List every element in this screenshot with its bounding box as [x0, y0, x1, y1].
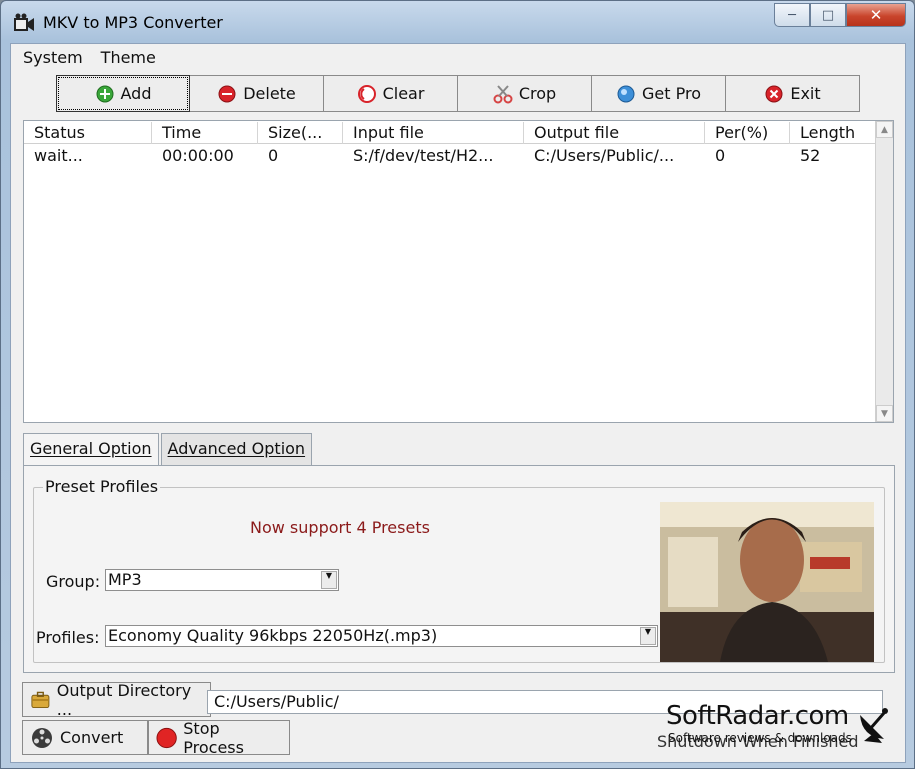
- group-select-value: MP3: [108, 570, 142, 589]
- vertical-scrollbar[interactable]: ▲ ▼: [875, 121, 893, 422]
- chevron-down-icon: ▼: [321, 571, 337, 589]
- client-area: System Theme Add Delete Clear Crop Get P…: [10, 43, 906, 763]
- general-option-panel: Preset Profiles Now support 4 Presets Gr…: [23, 465, 895, 673]
- row-size: 0: [268, 146, 279, 165]
- scroll-down-icon[interactable]: ▼: [876, 405, 893, 422]
- maximize-button[interactable]: □: [810, 3, 846, 27]
- profiles-select[interactable]: Economy Quality 96kbps 22050Hz(.mp3) ▼: [105, 625, 658, 647]
- film-camera-icon: [14, 13, 34, 31]
- briefcase-icon: [31, 691, 50, 708]
- column-size[interactable]: Size(...: [258, 122, 343, 144]
- column-percent[interactable]: Per(%): [705, 122, 790, 144]
- menu-system[interactable]: System: [14, 46, 92, 68]
- crop-button-label: Crop: [518, 84, 557, 103]
- video-preview: [660, 502, 874, 662]
- close-icon: ✕: [869, 6, 883, 24]
- window-title: MKV to MP3 Converter: [43, 13, 223, 32]
- scissors-icon: [493, 84, 513, 103]
- scroll-up-icon[interactable]: ▲: [876, 121, 893, 138]
- add-button[interactable]: Add: [56, 75, 190, 112]
- row-output-file: C:/Users/Public/...: [534, 146, 675, 165]
- column-input-file[interactable]: Input file: [343, 122, 524, 144]
- exit-button[interactable]: Exit: [726, 75, 860, 112]
- add-button-label: Add: [120, 84, 152, 103]
- tab-general-option[interactable]: General Option: [23, 433, 159, 467]
- title-bar[interactable]: MKV to MP3 Converter ─ □ ✕: [1, 1, 914, 43]
- preset-support-text: Now support 4 Presets: [250, 518, 430, 537]
- film-reel-icon: [32, 727, 52, 748]
- column-status[interactable]: Status: [24, 122, 152, 144]
- clear-icon: [357, 84, 376, 103]
- exit-icon: [765, 85, 783, 102]
- crop-button[interactable]: Crop: [458, 75, 592, 112]
- maximize-icon: □: [821, 7, 835, 23]
- clear-button[interactable]: Clear: [324, 75, 458, 112]
- get-pro-button[interactable]: Get Pro: [592, 75, 726, 112]
- option-tabs: General Option Advanced Option: [23, 433, 314, 467]
- toolbar: Add Delete Clear Crop Get Pro Exit: [56, 75, 860, 112]
- softradar-watermark: SoftRadar.com Software reviews & downloa…: [658, 701, 898, 751]
- get-pro-button-label: Get Pro: [642, 84, 701, 103]
- stop-process-label: Stop Process: [183, 718, 244, 757]
- file-list[interactable]: Status Time Size(... Input file Output f…: [23, 120, 894, 423]
- row-length: 52: [800, 146, 821, 165]
- chevron-down-icon: ▼: [640, 627, 656, 645]
- output-directory-button[interactable]: Output Directory ...: [22, 680, 211, 719]
- output-directory-label: Output Directory ...: [56, 680, 192, 719]
- convert-button[interactable]: Convert: [22, 720, 148, 755]
- delete-button-label: Delete: [243, 84, 296, 103]
- preset-profiles-group: Preset Profiles Now support 4 Presets Gr…: [33, 477, 885, 663]
- row-percent: 0: [715, 146, 726, 165]
- table-row[interactable]: wait... 00:00:00 0 S:/f/dev/test/H2... C…: [24, 145, 876, 167]
- menu-theme[interactable]: Theme: [92, 46, 165, 68]
- profiles-label: Profiles:: [36, 628, 100, 647]
- stop-icon: [156, 727, 177, 748]
- delete-button[interactable]: Delete: [190, 75, 324, 112]
- tab-advanced-option[interactable]: Advanced Option: [160, 433, 313, 466]
- row-time: 00:00:00: [162, 146, 234, 165]
- column-length[interactable]: Length: [790, 122, 876, 144]
- file-list-header: Status Time Size(... Input file Output f…: [24, 122, 876, 144]
- get-pro-icon: [617, 85, 635, 102]
- add-icon: [96, 85, 113, 102]
- clear-button-label: Clear: [382, 84, 425, 103]
- preview-image: [660, 502, 874, 662]
- preset-profiles-title: Preset Profiles: [43, 477, 161, 496]
- row-input-file: S:/f/dev/test/H2...: [353, 146, 494, 165]
- close-button[interactable]: ✕: [846, 3, 906, 27]
- column-time[interactable]: Time: [152, 122, 258, 144]
- satellite-dish-icon: [860, 708, 888, 743]
- window-controls: ─ □ ✕: [774, 3, 906, 29]
- app-window: MKV to MP3 Converter ─ □ ✕ System Theme …: [0, 0, 915, 769]
- exit-button-label: Exit: [790, 84, 821, 103]
- convert-label: Convert: [60, 728, 124, 747]
- watermark-subtitle: Software reviews & downloads: [668, 731, 852, 745]
- stop-process-button[interactable]: Stop Process: [148, 718, 290, 757]
- group-select[interactable]: MP3 ▼: [105, 569, 339, 591]
- profiles-select-value: Economy Quality 96kbps 22050Hz(.mp3): [108, 626, 438, 645]
- watermark-title: SoftRadar.com: [666, 701, 849, 731]
- column-output-file[interactable]: Output file: [524, 122, 705, 144]
- row-status: wait...: [34, 146, 83, 165]
- group-label: Group:: [46, 572, 101, 591]
- minimize-button[interactable]: ─: [774, 3, 810, 27]
- delete-icon: [218, 85, 236, 102]
- minimize-icon: ─: [788, 7, 796, 23]
- menu-bar: System Theme: [14, 46, 165, 68]
